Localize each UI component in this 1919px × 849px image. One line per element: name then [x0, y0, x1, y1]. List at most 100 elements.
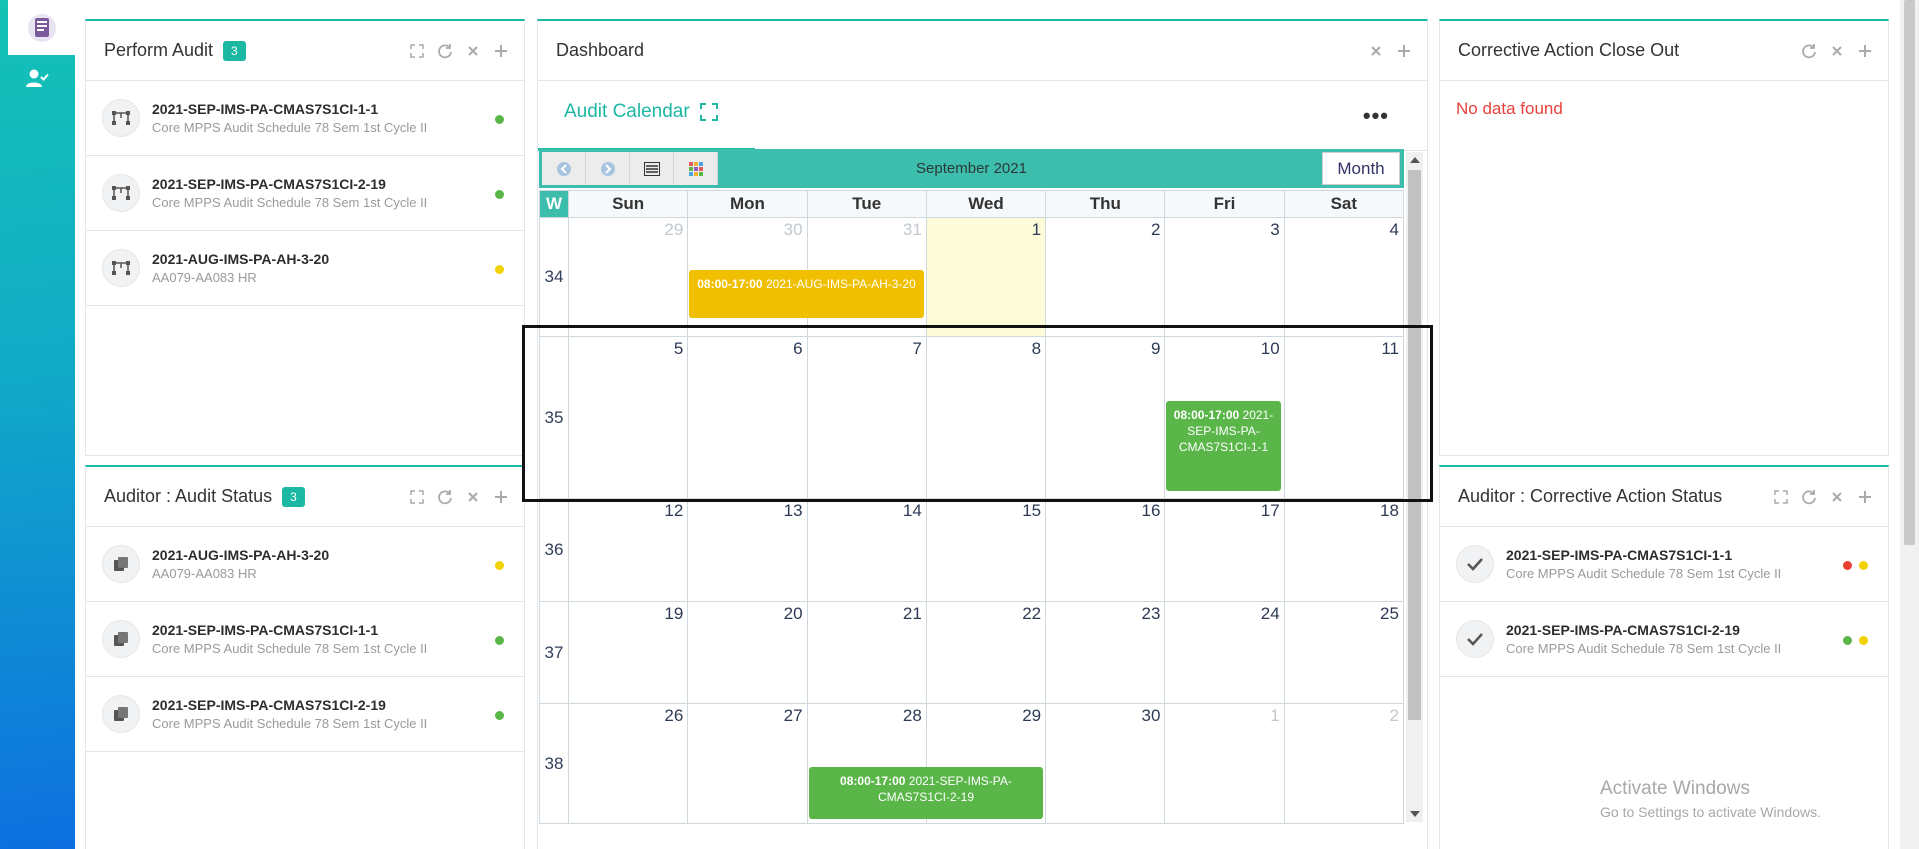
list-item[interactable]: 2021-AUG-IMS-PA-AH-3-20 AA079-AA083 HR: [86, 231, 524, 306]
copy-icon: [102, 695, 140, 733]
calendar-day-cell[interactable]: 8: [925, 337, 1045, 498]
prev-month-button[interactable]: [542, 152, 586, 185]
status-dot: [1843, 561, 1852, 570]
calendar-day-cell[interactable]: 21: [806, 602, 926, 703]
calendar-day-cell[interactable]: 24: [1164, 602, 1283, 703]
calendar-scrollbar[interactable]: [1406, 152, 1423, 822]
ca-closeout-panel: Corrective Action Close Out No data foun…: [1439, 19, 1889, 456]
calendar-day-cell[interactable]: 25: [1283, 602, 1403, 703]
week-number: 38: [544, 753, 564, 773]
week-number: 35: [544, 407, 564, 427]
item-subtitle: AA079-AA083 HR: [152, 566, 257, 581]
calendar-day-cell[interactable]: 1: [925, 218, 1046, 336]
list-item[interactable]: 2021-SEP-IMS-PA-CMAS7S1CI-2-19 Core MPPS …: [86, 677, 524, 752]
close-icon[interactable]: [464, 488, 482, 506]
panel-header: Corrective Action Close Out: [1440, 21, 1888, 81]
list-item[interactable]: 2021-SEP-IMS-PA-CMAS7S1CI-1-1 Core MPPS A…: [86, 602, 524, 677]
list-item[interactable]: 2021-SEP-IMS-PA-CMAS7S1CI-2-19 Core MPPS …: [1440, 602, 1888, 677]
expand-icon[interactable]: [408, 488, 426, 506]
day-header: Thu: [1045, 191, 1164, 217]
expand-icon[interactable]: [1772, 488, 1790, 506]
refresh-icon[interactable]: [1800, 488, 1818, 506]
calendar-day-cell[interactable]: 12: [568, 499, 687, 601]
scrollbar-thumb[interactable]: [1904, 0, 1915, 545]
calendar-day-cell[interactable]: 5: [568, 337, 687, 498]
calendar-event[interactable]: 08:00-17:00 2021-SEP-IMS-PA-CMAS7S1CI-2-…: [809, 767, 1043, 819]
add-icon[interactable]: [1856, 488, 1874, 506]
page-scrollbar[interactable]: [1900, 0, 1919, 849]
user-check-icon[interactable]: [20, 64, 54, 92]
day-number: 2: [1150, 220, 1161, 239]
list-icon: [643, 161, 660, 176]
status-dot: [1859, 636, 1868, 645]
scroll-up-icon[interactable]: [1410, 157, 1420, 163]
add-icon[interactable]: [492, 488, 510, 506]
fullscreen-icon[interactable]: [699, 103, 718, 121]
calendar-day-cell[interactable]: 14: [806, 499, 926, 601]
close-icon[interactable]: [1828, 42, 1846, 60]
calendar-day-cell[interactable]: 15: [925, 499, 1045, 601]
calendar-day-cell[interactable]: 9: [1045, 337, 1164, 498]
scroll-down-icon[interactable]: [1410, 811, 1420, 817]
day-number: 2: [1389, 706, 1399, 725]
refresh-icon[interactable]: [436, 42, 454, 60]
expand-icon[interactable]: [408, 42, 426, 60]
calendar-day-cell[interactable]: 2: [1045, 218, 1164, 336]
more-options-button[interactable]: •••: [1363, 103, 1389, 129]
tab-audit-calendar[interactable]: Audit Calendar: [564, 101, 718, 123]
day-number: 4: [1389, 220, 1399, 239]
calendar-day-cell[interactable]: 18: [1283, 499, 1403, 601]
list-item[interactable]: 2021-AUG-IMS-PA-AH-3-20 AA079-AA083 HR: [86, 527, 524, 602]
close-icon[interactable]: [464, 42, 482, 60]
calendar-day-cell[interactable]: 30: [1045, 704, 1164, 823]
list-item[interactable]: 2021-SEP-IMS-PA-CMAS7S1CI-1-1 Core MPPS A…: [1440, 527, 1888, 602]
calendar-event[interactable]: 08:00-17:00 2021-SEP-IMS-PA-CMAS7S1CI-1-…: [1166, 401, 1281, 491]
calendar-day-cell[interactable]: 3: [1164, 218, 1283, 336]
item-subtitle: Core MPPS Audit Schedule 78 Sem 1st Cycl…: [152, 120, 428, 135]
calendar-day-cell[interactable]: 7: [806, 337, 926, 498]
refresh-icon[interactable]: [1800, 42, 1818, 60]
watermark-line2: Go to Settings to activate Windows.: [1600, 804, 1821, 820]
calendar-day-cell[interactable]: 1: [1164, 704, 1283, 823]
calendar-day-cell[interactable]: 4: [1283, 218, 1403, 336]
list-item[interactable]: 2021-SEP-IMS-PA-CMAS7S1CI-2-19 Core MPPS …: [86, 156, 524, 231]
calendar-day-cell[interactable]: 6: [687, 337, 806, 498]
day-number: 21: [902, 604, 922, 623]
day-number: 10: [1260, 339, 1280, 358]
calendar-day-cell[interactable]: 26: [568, 704, 687, 823]
calendar-day-cell[interactable]: 20: [687, 602, 806, 703]
calendar-event[interactable]: 08:00-17:00 2021-AUG-IMS-PA-AH-3-20: [689, 270, 924, 318]
list-view-button[interactable]: [630, 152, 674, 185]
calendar-day-cell[interactable]: 27: [687, 704, 806, 823]
calendar-day-cell[interactable]: 17: [1164, 499, 1283, 601]
calendar-day-cell[interactable]: 13: [687, 499, 806, 601]
app-logo[interactable]: [8, 0, 75, 55]
calendar-day-cell[interactable]: 19: [568, 602, 687, 703]
calendar-day-cell[interactable]: 29: [568, 218, 687, 336]
grid-view-button[interactable]: [674, 152, 718, 185]
add-icon[interactable]: [1856, 42, 1874, 60]
item-subtitle: Core MPPS Audit Schedule 78 Sem 1st Cycl…: [152, 716, 428, 731]
refresh-icon[interactable]: [436, 488, 454, 506]
item-title: 2021-SEP-IMS-PA-CMAS7S1CI-2-19: [152, 697, 386, 713]
add-icon[interactable]: [492, 42, 510, 60]
next-month-button[interactable]: [586, 152, 630, 185]
list-item[interactable]: 2021-SEP-IMS-PA-CMAS7S1CI-1-1 Core MPPS A…: [86, 81, 524, 156]
close-icon[interactable]: [1367, 42, 1385, 60]
event-time: 08:00-17:00: [1173, 408, 1240, 422]
scrollbar-thumb[interactable]: [1408, 170, 1421, 720]
close-icon[interactable]: [1828, 488, 1846, 506]
day-number: 16: [1141, 501, 1161, 520]
calendar-day-cell[interactable]: 2: [1283, 704, 1403, 823]
day-number: 20: [783, 604, 803, 623]
calendar-day-cell[interactable]: 23: [1045, 602, 1164, 703]
calendar-day-cell[interactable]: 16: [1045, 499, 1164, 601]
day-number: 29: [1022, 706, 1042, 725]
hierarchy-icon: [102, 99, 140, 137]
month-view-button[interactable]: Month: [1322, 152, 1400, 185]
add-icon[interactable]: [1395, 42, 1413, 60]
calendar-day-cell[interactable]: 22: [925, 602, 1045, 703]
item-subtitle: Core MPPS Audit Schedule 78 Sem 1st Cycl…: [152, 195, 428, 210]
calendar-day-cell[interactable]: 11: [1283, 337, 1403, 498]
day-number: 22: [1022, 604, 1042, 623]
